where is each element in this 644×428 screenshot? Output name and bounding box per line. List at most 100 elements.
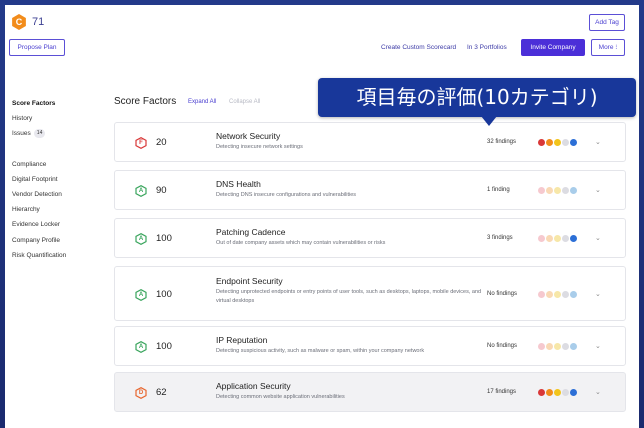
grade-badge-icon: A bbox=[135, 185, 147, 197]
grade-hexagon-icon: C bbox=[12, 14, 26, 30]
factor-score: 100 bbox=[156, 288, 172, 300]
factor-title: Network Security bbox=[216, 131, 281, 141]
severity-dot bbox=[570, 389, 577, 396]
factor-score: 62 bbox=[156, 387, 167, 398]
severity-dot bbox=[538, 290, 545, 298]
sidebar-nav: Score Factors History Issues 14 Complianc… bbox=[12, 96, 112, 263]
grade-letter: A bbox=[138, 236, 144, 242]
factor-card-dns-health[interactable]: A 90 DNS Health Detecting DNS insecure c… bbox=[114, 170, 626, 210]
factor-score: 100 bbox=[156, 233, 172, 244]
findings-count[interactable]: No findings bbox=[487, 343, 517, 349]
findings-count[interactable]: 17 findings bbox=[487, 389, 516, 395]
severity-dot bbox=[546, 290, 553, 298]
severity-dot bbox=[554, 290, 561, 298]
factor-title: Patching Cadence bbox=[216, 227, 286, 237]
create-scorecard-link[interactable]: Create Custom Scorecard bbox=[381, 44, 456, 51]
severity-dot bbox=[554, 139, 561, 146]
add-tag-button[interactable]: Add Tag bbox=[589, 14, 625, 31]
portfolios-link[interactable]: In 3 Portfolios bbox=[467, 44, 507, 51]
severity-dot bbox=[554, 389, 561, 396]
sidebar-item-hierarchy[interactable]: Hierarchy bbox=[12, 202, 112, 217]
severity-dot bbox=[538, 187, 545, 194]
grade-badge-icon: A bbox=[135, 341, 147, 353]
grade-badge-icon: A bbox=[135, 233, 147, 245]
factor-description: Out of date company assets which may con… bbox=[216, 240, 386, 246]
severity-dot bbox=[546, 187, 553, 194]
factor-title: DNS Health bbox=[216, 179, 261, 189]
grade-badge-icon: F bbox=[135, 137, 147, 149]
chevron-down-icon[interactable]: ⌄ bbox=[595, 138, 601, 146]
severity-dot bbox=[554, 343, 561, 350]
factor-card-ip-reputation[interactable]: A 100 IP Reputation Detecting suspicious… bbox=[114, 326, 626, 366]
invite-company-button[interactable]: Invite Company bbox=[521, 39, 585, 56]
factor-score: 20 bbox=[156, 137, 167, 148]
severity-dots bbox=[538, 290, 578, 299]
factor-card-endpoint-security[interactable]: A 100 Endpoint Security Detecting unprot… bbox=[114, 266, 626, 321]
severity-dot bbox=[546, 389, 553, 396]
severity-dot bbox=[562, 235, 569, 242]
factor-description: Detecting common website application vul… bbox=[216, 394, 345, 400]
severity-dots bbox=[538, 235, 578, 243]
page-title: Score Factors bbox=[114, 96, 177, 107]
findings-count[interactable]: No findings bbox=[487, 291, 517, 297]
more-menu-button[interactable]: More ⁝ bbox=[591, 39, 625, 56]
severity-dot bbox=[562, 290, 569, 298]
propose-plan-button[interactable]: Propose Plan bbox=[9, 39, 65, 56]
severity-dot bbox=[570, 187, 577, 194]
overall-score: 71 bbox=[32, 16, 45, 28]
grade-letter: A bbox=[138, 344, 144, 350]
factor-score: 100 bbox=[156, 341, 172, 352]
severity-dot bbox=[554, 235, 561, 242]
severity-dot bbox=[538, 389, 545, 396]
expand-all-link[interactable]: Expand All bbox=[188, 99, 216, 105]
severity-dots bbox=[538, 343, 578, 351]
sidebar-item-digital-footprint[interactable]: Digital Footprint bbox=[12, 172, 112, 187]
chevron-down-icon[interactable]: ⌄ bbox=[595, 388, 601, 396]
sidebar-item-evidence-locker[interactable]: Evidence Locker bbox=[12, 217, 112, 232]
sidebar-item-risk-quantification[interactable]: Risk Quantification bbox=[12, 248, 112, 263]
factor-card-application-security[interactable]: D 62 Application Security Detecting comm… bbox=[114, 372, 626, 412]
grade-badge-icon: A bbox=[135, 288, 147, 301]
sidebar-item-compliance[interactable]: Compliance bbox=[12, 157, 112, 172]
severity-dots bbox=[538, 139, 578, 147]
sidebar-item-label: Issues bbox=[12, 130, 31, 138]
findings-count[interactable]: 3 findings bbox=[487, 235, 513, 241]
factor-description: Detecting suspicious activity, such as m… bbox=[216, 348, 425, 354]
grade-letter: F bbox=[139, 140, 143, 146]
collapse-all-link[interactable]: Collapse All bbox=[229, 99, 260, 105]
chevron-down-icon[interactable]: ⌄ bbox=[595, 342, 601, 350]
grade-badge-icon: D bbox=[135, 387, 147, 399]
findings-count[interactable]: 32 findings bbox=[487, 139, 516, 145]
factor-card-network-security[interactable]: F 20 Network Security Detecting insecure… bbox=[114, 122, 626, 162]
sidebar-item-vendor-detection[interactable]: Vendor Detection bbox=[12, 187, 112, 202]
severity-dot bbox=[538, 139, 545, 146]
severity-dot bbox=[570, 235, 577, 242]
factor-description: Detecting DNS insecure configurations an… bbox=[216, 192, 357, 198]
factor-title: Application Security bbox=[216, 381, 291, 391]
chevron-down-icon[interactable]: ⌄ bbox=[595, 290, 601, 298]
factor-card-patching-cadence[interactable]: A 100 Patching Cadence Out of date compa… bbox=[114, 218, 626, 258]
severity-dot bbox=[546, 235, 553, 242]
severity-dot bbox=[538, 343, 545, 350]
severity-dot bbox=[570, 139, 577, 146]
sidebar-item-history[interactable]: History bbox=[12, 111, 112, 126]
annotation-callout: 項目毎の評価(10カテゴリ) bbox=[318, 78, 636, 117]
findings-count[interactable]: 1 finding bbox=[487, 187, 510, 193]
annotation-pointer bbox=[481, 116, 497, 126]
sidebar-item-score-factors[interactable]: Score Factors bbox=[12, 96, 112, 111]
factor-score: 90 bbox=[156, 185, 167, 196]
severity-dot bbox=[562, 389, 569, 396]
grade-letter: D bbox=[138, 390, 144, 396]
severity-dot bbox=[538, 235, 545, 242]
sidebar-item-company-profile[interactable]: Company Profile bbox=[12, 233, 112, 248]
factor-title: IP Reputation bbox=[216, 335, 268, 345]
chevron-down-icon[interactable]: ⌄ bbox=[595, 186, 601, 194]
severity-dot bbox=[570, 290, 577, 298]
severity-dot bbox=[570, 343, 577, 350]
grade-letter: A bbox=[138, 188, 144, 194]
chevron-down-icon[interactable]: ⌄ bbox=[595, 234, 601, 242]
severity-dot bbox=[562, 187, 569, 194]
severity-dot bbox=[554, 187, 561, 194]
sidebar-item-issues[interactable]: Issues 14 bbox=[12, 126, 112, 141]
issues-count-badge: 14 bbox=[33, 129, 46, 139]
